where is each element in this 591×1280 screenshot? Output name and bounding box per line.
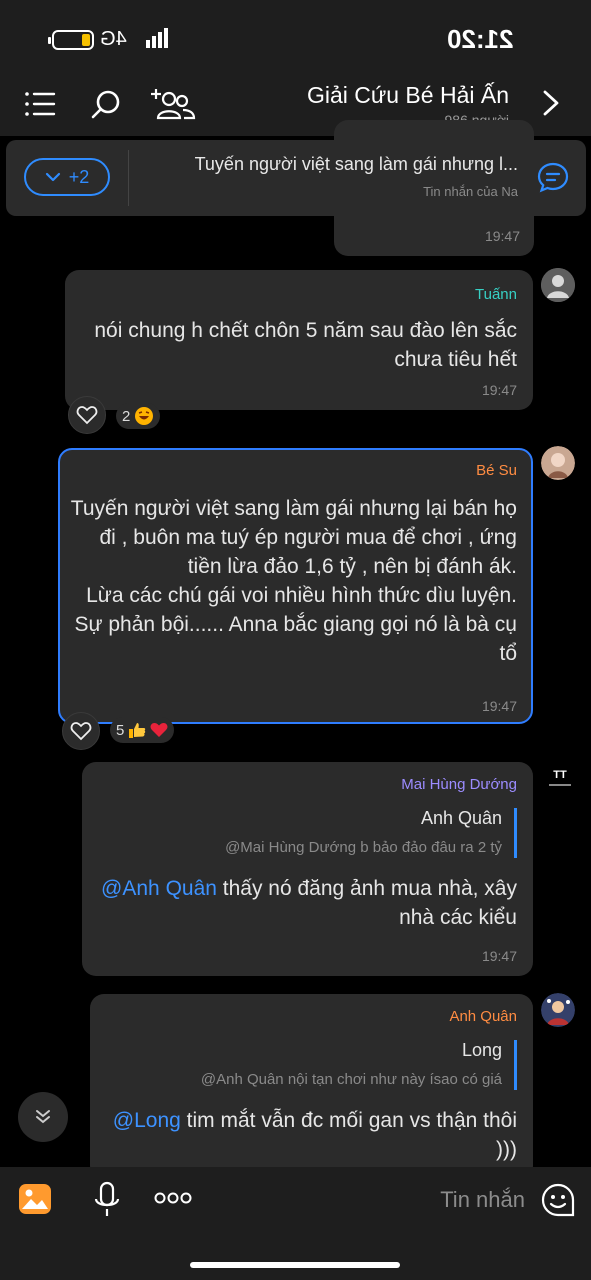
scroll-to-bottom-button[interactable] xyxy=(18,1092,68,1142)
sender-name[interactable]: Bé Su xyxy=(476,462,517,479)
pinned-source: Tin nhắn của Na xyxy=(423,184,518,199)
avatar[interactable] xyxy=(541,268,575,302)
message-bubble[interactable]: Mai Hùng Dướng Anh Quân @Mai Hùng Dướng … xyxy=(82,762,533,976)
message-bubble-highlighted[interactable]: Bé Su Tuyến người việt sang làm gái nhưn… xyxy=(58,448,533,724)
message-text: Tuyến người việt sang làm gái nhưng lại … xyxy=(70,497,517,665)
group-title[interactable]: Giải Cứu Bé Hải Ấn xyxy=(307,82,509,109)
more-pinned-button[interactable]: +2 xyxy=(24,158,110,196)
like-button[interactable] xyxy=(68,396,106,434)
heart-icon xyxy=(70,722,92,741)
message-body: thấy nó đăng ảnh mua nhà, xây nhà các ki… xyxy=(216,877,517,929)
avatar[interactable] xyxy=(541,993,575,1027)
like-button[interactable] xyxy=(62,712,100,750)
more-count: +2 xyxy=(68,166,90,187)
sender-name[interactable]: Tuấnn xyxy=(475,286,517,303)
more-options-icon[interactable] xyxy=(154,1191,192,1205)
message-bubble[interactable]: Tuấnn nói chung h chết chôn 5 năm sau đà… xyxy=(65,270,533,410)
divider xyxy=(128,150,129,206)
home-indicator xyxy=(190,1262,400,1268)
message-bubble[interactable]: Anh Quân Long @Anh Quân nội tạn chơi như… xyxy=(90,994,533,1180)
message-input[interactable]: Tin nhắn xyxy=(440,1187,525,1213)
mention-link[interactable]: @Anh Quân xyxy=(101,877,217,900)
quoted-message[interactable]: Long @Anh Quân nội tạn chơi như này ísao… xyxy=(201,1040,517,1090)
signal-icon xyxy=(146,28,168,48)
microphone-icon[interactable] xyxy=(94,1181,120,1219)
reaction-summary[interactable]: 2 xyxy=(116,403,161,429)
sender-name[interactable]: Anh Quân xyxy=(449,1008,517,1025)
sender-name[interactable]: Mai Hùng Dướng xyxy=(401,776,517,793)
message-time: 19:47 xyxy=(484,228,520,244)
quoted-sender: Long xyxy=(461,1040,502,1060)
thumbs-up-icon xyxy=(129,723,146,738)
quoted-text: @Anh Quân nội tạn chơi như này ísao có g… xyxy=(200,1071,502,1088)
pinned-chat-icon xyxy=(537,162,569,193)
message-text: @Long tim mắt vẫn đc mối gan vs thận thô… xyxy=(105,1106,517,1164)
quoted-message[interactable]: Anh Quân @Mai Hùng Dướng b bảo đảo đâu r… xyxy=(225,808,517,858)
reaction-count: 5 xyxy=(116,721,125,739)
laugh-emoji-icon xyxy=(135,407,154,425)
quoted-sender: Anh Quân xyxy=(420,808,502,828)
image-icon[interactable] xyxy=(18,1183,52,1215)
pinned-text: Tuyến người việt sang làm gái nhưng l... xyxy=(194,154,518,174)
add-member-icon[interactable] xyxy=(150,86,196,122)
double-chevron-down-icon xyxy=(36,1110,50,1124)
svg-text:TT: TT xyxy=(553,769,567,781)
avatar[interactable] xyxy=(541,446,575,480)
quoted-text: @Mai Hùng Dướng b bảo đảo đâu ra 2 tỷ xyxy=(225,839,502,856)
heart-emoji-icon xyxy=(150,723,168,737)
message-time: 19:47 xyxy=(481,698,517,714)
message-body: tim mắt vẫn đc mối gan vs thận thôi ))) xyxy=(180,1109,517,1161)
message-time: 19:47 xyxy=(481,382,517,398)
status-bar: 4G 21:20 xyxy=(0,0,591,70)
sticker-icon[interactable] xyxy=(541,1183,575,1217)
avatar[interactable]: TT xyxy=(543,760,577,794)
message-text: @Anh Quân thấy nó đăng ảnh mua nhà, xây … xyxy=(97,874,517,932)
menu-icon[interactable] xyxy=(20,86,58,122)
heart-icon xyxy=(76,406,98,425)
reaction-summary[interactable]: 5 xyxy=(110,717,175,743)
network-type: 4G xyxy=(100,28,127,50)
search-icon[interactable] xyxy=(88,86,126,122)
reaction-count: 2 xyxy=(122,407,131,425)
back-icon[interactable] xyxy=(539,88,563,118)
message-time: 19:47 xyxy=(481,948,517,964)
message-text: nói chung h chết chôn 5 năm sau đào lên … xyxy=(94,319,517,371)
mention-link[interactable]: @Long xyxy=(113,1109,181,1132)
pinned-message-bar[interactable]: +2 Tuyến người việt sang làm gái nhưng l… xyxy=(6,140,586,216)
clock: 21:20 xyxy=(446,24,514,54)
battery-icon xyxy=(48,30,94,50)
chevron-down-icon xyxy=(45,172,60,182)
